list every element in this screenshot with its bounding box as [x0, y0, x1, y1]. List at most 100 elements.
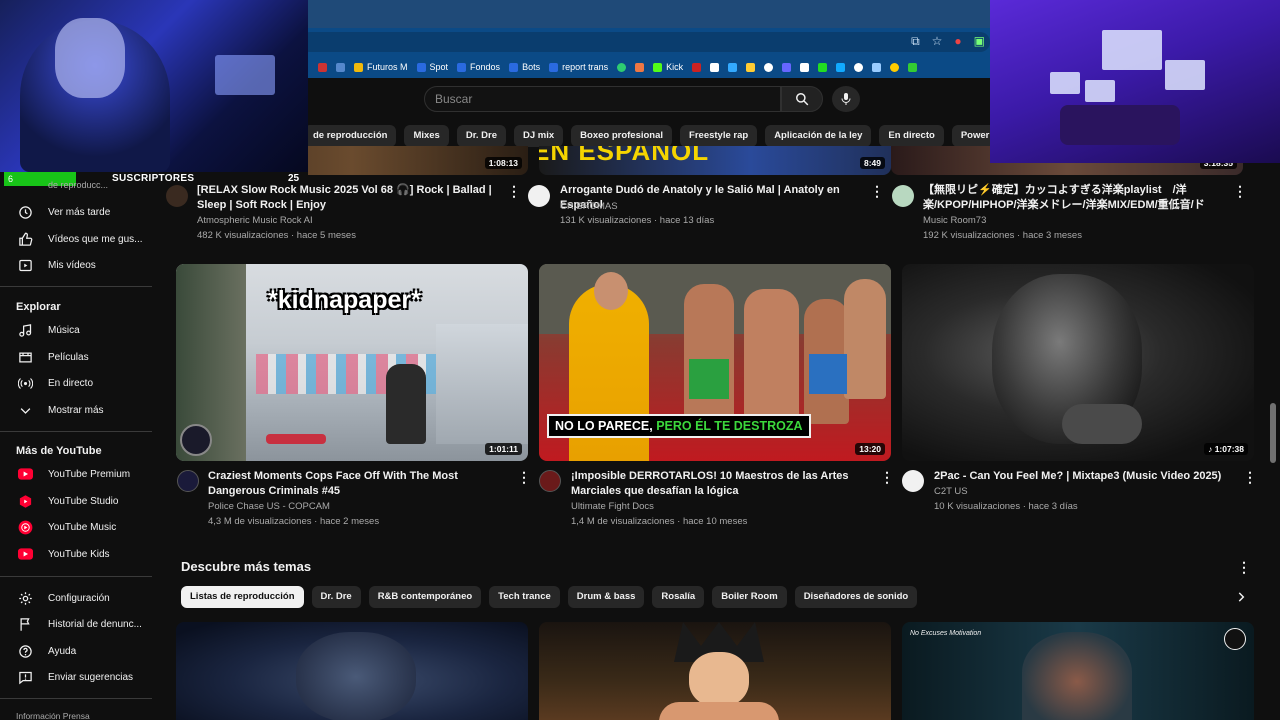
chip[interactable]: Freestyle rap — [680, 125, 758, 147]
sidebar-item-yt-kids[interactable]: YouTube Kids — [0, 541, 160, 567]
sidebar-item-liked[interactable]: Vídeos que me gus... — [0, 226, 160, 252]
sidebar-item-label: Películas — [48, 351, 89, 363]
bookmark-report[interactable]: report trans — [549, 62, 608, 72]
bookmark-icon[interactable] — [782, 62, 792, 72]
sidebar-item-yt-music[interactable]: YouTube Music — [0, 514, 160, 540]
address-bar[interactable] — [300, 32, 990, 52]
sidebar-item-settings[interactable]: Configuración — [0, 585, 160, 611]
video-title[interactable]: 【無限リピ⚡確定】カッコよすぎる洋楽playlist /洋楽/KPOP/HIPH… — [923, 183, 1223, 213]
video-thumbnail[interactable] — [539, 622, 891, 720]
bookmark-icon[interactable] — [617, 62, 627, 72]
page-scrollbar[interactable] — [1270, 403, 1276, 463]
extension-icon-2[interactable]: ▣ — [974, 34, 985, 49]
channel-avatar[interactable] — [528, 185, 550, 207]
sidebar-item-yt-studio[interactable]: YouTube Studio — [0, 488, 160, 514]
more-options-icon[interactable]: ⋮ — [1243, 469, 1257, 486]
search-input[interactable]: Buscar — [424, 86, 781, 112]
channel-avatar[interactable] — [892, 185, 914, 207]
chip[interactable]: Boiler Room — [712, 586, 787, 608]
bookmark-icon[interactable] — [746, 62, 756, 72]
sidebar-item-feedback[interactable]: Enviar sugerencias — [0, 664, 160, 690]
bookmark-futuros[interactable]: Futuros M — [354, 62, 408, 72]
bookmark-icon[interactable] — [800, 62, 810, 72]
bookmark-icon[interactable] — [854, 62, 864, 72]
sidebar-item-help[interactable]: Ayuda — [0, 638, 160, 664]
search-button[interactable] — [781, 86, 823, 112]
bookmark-bots[interactable]: Bots — [509, 62, 540, 72]
sidebar-footer-links[interactable]: Información Prensa — [16, 711, 90, 720]
sidebar-item-watch-later[interactable]: Ver más tarde — [0, 199, 160, 225]
sidebar-item-movies[interactable]: Películas — [0, 344, 160, 370]
yt-music-icon — [17, 519, 33, 535]
more-options-icon[interactable]: ⋮ — [1233, 183, 1247, 200]
sidebar-item-report-history[interactable]: Historial de denunc... — [0, 611, 160, 637]
chip[interactable]: Boxeo profesional — [571, 125, 673, 147]
bookmark-icon[interactable] — [710, 62, 720, 72]
video-title[interactable]: ¡Imposible DERROTARLOS! 10 Maestros de l… — [571, 469, 871, 499]
video-thumbnail[interactable]: EN ESPAÑOL 8:49 — [539, 146, 891, 175]
more-options-icon[interactable]: ⋮ — [880, 469, 894, 486]
video-thumbnail[interactable] — [176, 622, 528, 720]
chevron-right-icon[interactable] — [1234, 589, 1248, 610]
chip[interactable]: Listas de reproducción — [181, 586, 304, 608]
sidebar: de reproducc... Ver más tarde Vídeos que… — [0, 180, 160, 720]
bookmark-icon[interactable] — [635, 62, 645, 72]
bookmark-icon[interactable] — [872, 62, 882, 72]
channel-avatar[interactable] — [166, 185, 188, 207]
star-icon[interactable]: ☆ — [932, 34, 943, 49]
more-options-icon[interactable]: ⋮ — [507, 183, 521, 200]
bookmark-fondos[interactable]: Fondos — [457, 62, 500, 72]
more-options-icon[interactable]: ⋮ — [517, 469, 531, 486]
channel-name[interactable]: CR BROMAS — [560, 201, 618, 212]
bookmark-icon[interactable] — [318, 62, 327, 72]
channel-avatar[interactable] — [177, 470, 199, 492]
bookmark-icon[interactable] — [908, 62, 918, 72]
sidebar-item-music[interactable]: Música — [0, 317, 160, 343]
sidebar-item-live[interactable]: En directo — [0, 370, 160, 396]
video-thumbnail[interactable]: *kidnapaper* 1:01:11 — [176, 264, 528, 461]
channel-name[interactable]: Ultimate Fight Docs — [571, 501, 654, 512]
bookmark-icon[interactable] — [336, 62, 345, 72]
chip[interactable]: Powerlifting — [951, 125, 990, 147]
section-more-options-icon[interactable]: ⋮ — [1237, 559, 1251, 576]
video-thumbnail[interactable]: NO LO PARECE, PERO ÉL TE DESTROZA 13:20 — [539, 264, 891, 461]
bookmark-kick[interactable]: Kick — [653, 62, 683, 72]
voice-search-button[interactable] — [832, 86, 860, 112]
video-title[interactable]: Craziest Moments Cops Face Off With The … — [208, 469, 508, 499]
bookmark-icon[interactable] — [764, 62, 774, 72]
bookmark-icon[interactable] — [818, 62, 828, 72]
channel-name[interactable]: C2T US — [934, 486, 968, 497]
channel-name[interactable]: Police Chase US - COPCAM — [208, 501, 330, 512]
chip[interactable]: Rosalía — [652, 586, 705, 608]
extension-icon[interactable]: ● — [954, 34, 961, 49]
video-title[interactable]: 2Pac - Can You Feel Me? | Mixtape3 (Musi… — [934, 469, 1234, 484]
channel-name[interactable]: Atmospheric Music Rock AI — [197, 215, 313, 226]
chip[interactable]: Diseñadores de sonido — [794, 586, 918, 608]
install-icon[interactable]: ⧉ — [911, 34, 920, 49]
bookmark-icon[interactable] — [728, 62, 738, 72]
sidebar-item-show-more[interactable]: Mostrar más — [0, 397, 160, 423]
more-options-icon[interactable]: ⋮ — [870, 183, 884, 200]
chip[interactable]: de reproducción — [304, 125, 397, 147]
bookmark-icon[interactable] — [890, 62, 900, 72]
video-title[interactable]: [RELAX Slow Rock Music 2025 Vol 68 🎧] Ro… — [197, 183, 497, 213]
chip[interactable]: DJ mix — [514, 125, 564, 147]
chip[interactable]: Mixes — [404, 125, 449, 147]
chip[interactable]: Dr. Dre — [456, 125, 506, 147]
channel-name[interactable]: Music Room73 — [923, 215, 986, 226]
video-thumbnail[interactable]: No Excuses Motivation — [902, 622, 1254, 720]
chip[interactable]: R&B contemporáneo — [368, 586, 482, 608]
sidebar-item-yt-premium[interactable]: YouTube Premium — [0, 461, 160, 487]
chip[interactable]: Aplicación de la ley — [765, 125, 872, 147]
bookmark-spot[interactable]: Spot — [416, 62, 448, 72]
sidebar-item-my-videos[interactable]: Mis vídeos — [0, 252, 160, 278]
channel-avatar[interactable] — [902, 470, 924, 492]
bookmark-icon[interactable] — [836, 62, 846, 72]
chip[interactable]: Dr. Dre — [311, 586, 361, 608]
chip[interactable]: Drum & bass — [567, 586, 645, 608]
chip[interactable]: En directo — [879, 125, 944, 147]
bookmark-icon[interactable] — [692, 62, 702, 72]
channel-avatar[interactable] — [539, 470, 561, 492]
chip[interactable]: Tech trance — [489, 586, 560, 608]
video-thumbnail[interactable]: ♪ 1:07:38 — [902, 264, 1254, 461]
